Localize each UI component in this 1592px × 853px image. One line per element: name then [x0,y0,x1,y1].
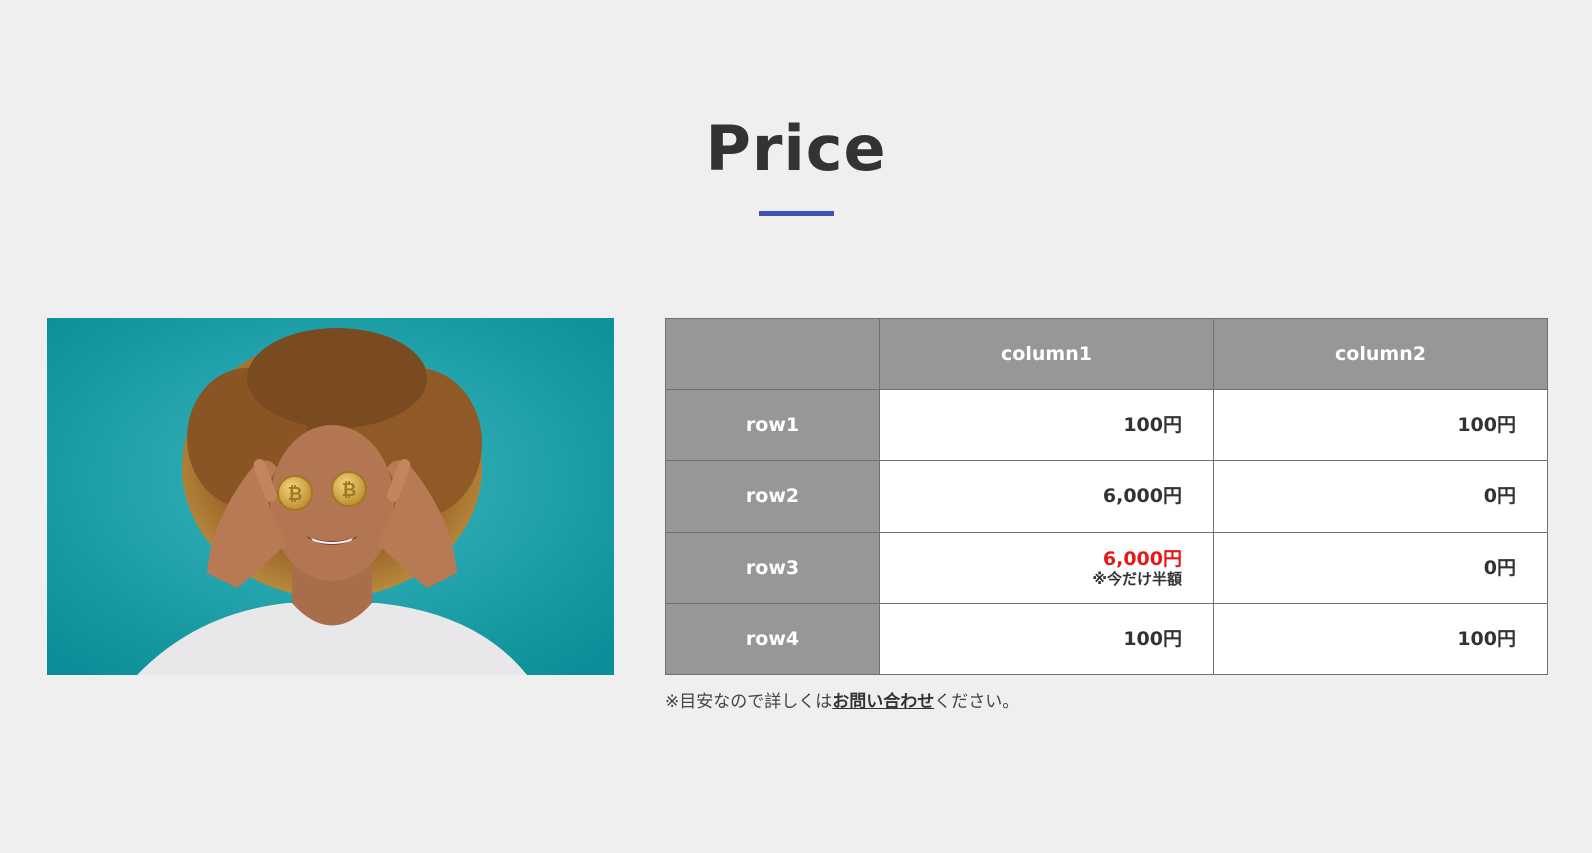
price-value: 100円 [1457,627,1516,650]
svg-text:₿: ₿ [342,480,357,501]
section-title: Price [705,112,887,185]
row-label: row3 [665,531,880,604]
price-cell: 100円 [1213,602,1548,676]
hero-photo: ₿ ₿ [47,318,614,675]
price-cell: 6,000円 [879,460,1214,533]
price-cell: 0円 [1213,460,1548,533]
price-section: Price ₿ ₿ column1 column2 row1 100円 100円… [0,0,1592,853]
title-underline [759,211,834,216]
row-label: row1 [665,388,880,462]
table-header-column1: column1 [879,318,1214,390]
contact-link[interactable]: お問い合わせ [832,692,934,712]
table-row: row3 6,000円 ※今だけ半額 0円 [665,531,1548,604]
footnote: ※目安なので詳しくはお問い合わせください。 [665,687,1019,712]
price-value: 0円 [1483,485,1516,508]
price-cell: 6,000円 ※今だけ半額 [879,531,1214,604]
table-row: row4 100円 100円 [665,602,1548,676]
table-header-corner [665,318,880,390]
price-value: 0円 [1483,556,1516,579]
price-cell: 0円 [1213,531,1548,604]
table-row: row1 100円 100円 [665,388,1548,462]
discount-note: ※今だけ半額 [1092,569,1182,588]
table-header-column2: column2 [1213,318,1548,390]
table-header-row: column1 column2 [665,318,1548,390]
row-label: row4 [665,602,880,676]
footnote-suffix: ください。 [934,692,1020,712]
price-value: 6,000円 [1102,485,1182,508]
discounted-price-value: 6,000円 [1102,547,1182,570]
price-value: 100円 [1123,414,1182,437]
price-value: 100円 [1123,627,1182,650]
price-cell: 100円 [1213,388,1548,462]
row-label: row2 [665,460,880,533]
price-cell: 100円 [879,602,1214,676]
svg-text:₿: ₿ [288,484,303,505]
price-value: 100円 [1457,414,1516,437]
price-cell: 100円 [879,388,1214,462]
footnote-prefix: ※目安なので詳しくは [665,692,833,712]
price-table: column1 column2 row1 100円 100円 row2 6,00… [665,318,1548,676]
woman-with-coins-illustration: ₿ ₿ [47,318,614,675]
table-row: row2 6,000円 0円 [665,460,1548,533]
